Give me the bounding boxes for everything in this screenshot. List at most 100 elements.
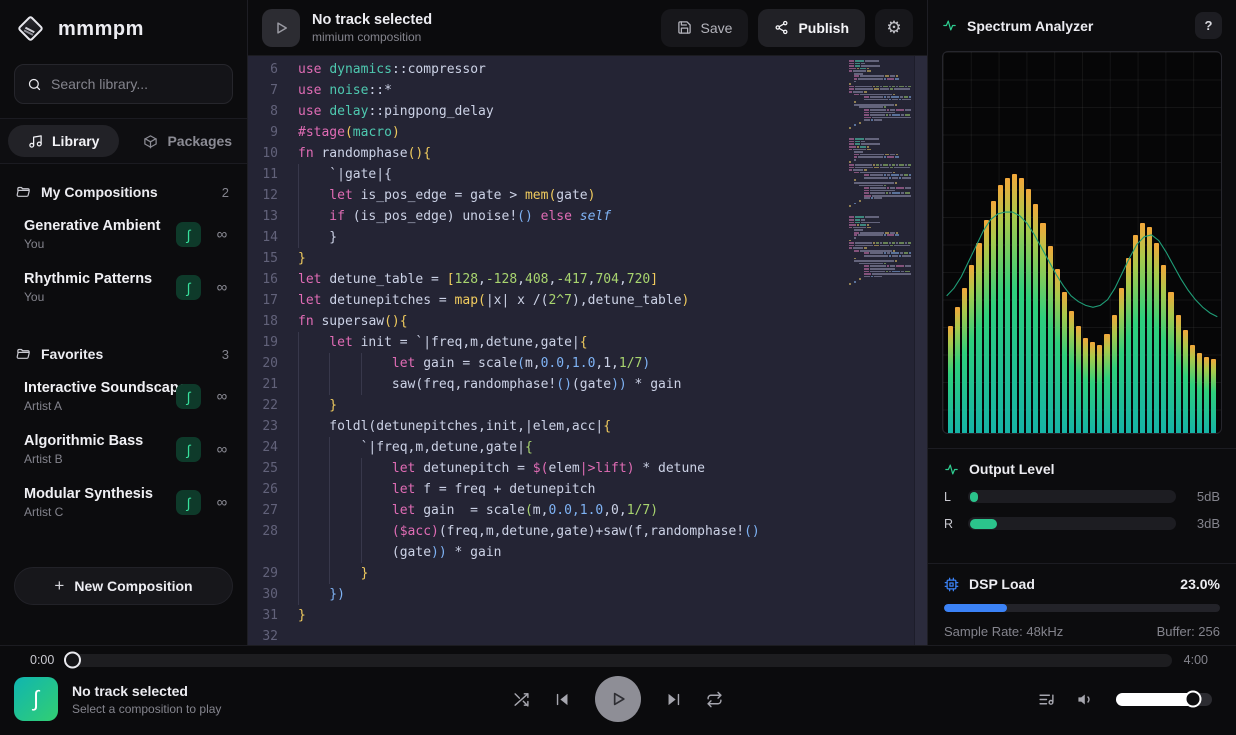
code-line[interactable]: 29}: [248, 563, 849, 584]
code-line[interactable]: 6use dynamics::compressor: [248, 59, 849, 80]
list-item-text: Generative Ambient You: [24, 218, 176, 251]
code-line[interactable]: 21saw(freq,randomphase!()(gate)) * gain: [248, 374, 849, 395]
code-line[interactable]: 23foldl(detunepitches,init,|elem,acc|{: [248, 416, 849, 437]
infinity-icon: ∞: [213, 279, 231, 296]
app-window: mmmpm Library Packages My Compositions 2…: [0, 0, 1236, 735]
volume-knob[interactable]: [1184, 691, 1201, 708]
section-header[interactable]: My Compositions 2: [14, 174, 233, 212]
volume-icon: [1077, 691, 1094, 708]
code-line[interactable]: 27let gain = scale(m,0.0,1.0,0,1/7): [248, 500, 849, 521]
list-item[interactable]: Algorithmic Bass Artist B ∫ ∞: [14, 427, 233, 472]
tab-packages-label: Packages: [167, 133, 232, 149]
play-button[interactable]: [595, 676, 641, 722]
share-icon: [774, 20, 789, 35]
shuffle-button[interactable]: [513, 691, 530, 708]
code-line[interactable]: 30}): [248, 584, 849, 605]
code-line[interactable]: 28($acc)(freq,m,detune,gate)+saw(f,rando…: [248, 521, 849, 542]
infinity-icon: ∞: [213, 494, 231, 511]
tab-library[interactable]: Library: [8, 125, 119, 157]
new-composition-button[interactable]: + New Composition: [14, 567, 233, 605]
composition-title: Interactive Soundscape: [24, 380, 176, 396]
repeat-button[interactable]: [706, 691, 723, 708]
code-line[interactable]: 32: [248, 626, 849, 645]
save-button[interactable]: Save: [661, 9, 749, 47]
line-number: 13: [248, 206, 294, 227]
line-number: 15: [248, 248, 294, 269]
total-time: 4:00: [1184, 653, 1208, 667]
seek-handle[interactable]: [64, 652, 81, 669]
code-line[interactable]: 15}: [248, 248, 849, 269]
list-item[interactable]: Modular Synthesis Artist C ∫ ∞: [14, 480, 233, 525]
channel-value: 5dB: [1188, 489, 1220, 504]
line-number: 24: [248, 437, 294, 458]
composition-author: Artist A: [24, 399, 176, 413]
seek-bar[interactable]: [66, 654, 1171, 667]
mimium-badge-icon: ∫: [176, 490, 201, 515]
volume-slider[interactable]: [1116, 693, 1212, 706]
line-number: 16: [248, 269, 294, 290]
code-text: }): [294, 584, 345, 605]
code-text: #stage(macro): [294, 122, 400, 143]
editor-scrollbar[interactable]: [914, 56, 927, 645]
list-item[interactable]: Interactive Soundscape Artist A ∫ ∞: [14, 374, 233, 419]
code-line[interactable]: 10fn randomphase(){: [248, 143, 849, 164]
code-line[interactable]: 13if (is_pos_edge) unoise!() else self: [248, 206, 849, 227]
plus-icon: +: [54, 576, 64, 596]
code-line[interactable]: 16let detune_table = [128,-128,408,-417,…: [248, 269, 849, 290]
composition-author: Artist C: [24, 505, 176, 519]
queue-button[interactable]: [1038, 691, 1055, 708]
list-item[interactable]: Generative Ambient You ∫ ∞: [14, 212, 233, 257]
settings-button[interactable]: ⚙: [875, 9, 913, 47]
code-editor[interactable]: 6use dynamics::compressor7use noise::*8u…: [248, 56, 927, 645]
meter-fill: [970, 519, 997, 529]
activity-icon: [944, 462, 959, 477]
help-button[interactable]: ?: [1195, 12, 1222, 39]
code-line[interactable]: 17let detunepitches = map(|x| x /(2^7),d…: [248, 290, 849, 311]
editor-minimap[interactable]: [849, 60, 911, 645]
code-content[interactable]: 6use dynamics::compressor7use noise::*8u…: [248, 56, 849, 645]
code-line[interactable]: 18fn supersaw(){: [248, 311, 849, 332]
code-line[interactable]: 26let f = freq + detunepitch: [248, 479, 849, 500]
code-line[interactable]: 7use noise::*: [248, 80, 849, 101]
line-number: 25: [248, 458, 294, 479]
channel-label: L: [944, 490, 956, 504]
meter-track: [968, 517, 1176, 530]
list-item[interactable]: Rhythmic Patterns You ∫ ∞: [14, 265, 233, 310]
tab-packages[interactable]: Packages: [123, 125, 252, 157]
app-title: mmmpm: [58, 18, 144, 41]
header-play-button[interactable]: [262, 9, 300, 47]
code-line[interactable]: 22}: [248, 395, 849, 416]
next-track-button[interactable]: [665, 691, 682, 708]
code-line[interactable]: 20let gain = scale(m,0.0,1.0,1,1/7): [248, 353, 849, 374]
code-text: let gain = scale(m,0.0,1.0,0,1/7): [294, 500, 658, 521]
gear-icon: ⚙: [886, 18, 901, 38]
code-line[interactable]: 14}: [248, 227, 849, 248]
output-level-header: Output Level: [944, 461, 1220, 479]
main-area: mmmpm Library Packages My Compositions 2…: [0, 0, 1236, 645]
player-bar: 0:00 4:00 ∫ No track selected Select a c…: [0, 645, 1236, 735]
activity-icon: [942, 18, 957, 33]
publish-button[interactable]: Publish: [758, 9, 865, 47]
code-line[interactable]: 12let is_pos_edge = gate > mem(gate): [248, 185, 849, 206]
section-header[interactable]: Favorites 3: [14, 336, 233, 374]
code-line[interactable]: 25let detunepitch = $(elem|>lift) * detu…: [248, 458, 849, 479]
music-note-icon: [28, 134, 43, 149]
line-number: 20: [248, 353, 294, 374]
composition-author: Artist B: [24, 452, 176, 466]
mimium-badge-icon: ∫: [176, 275, 201, 300]
code-line[interactable]: (gate)) * gain: [248, 542, 849, 563]
code-line[interactable]: 11`|gate|{: [248, 164, 849, 185]
code-text: fn randomphase(){: [294, 143, 431, 164]
code-line[interactable]: 31}: [248, 605, 849, 626]
sample-rate: Sample Rate: 48kHz: [944, 624, 1063, 639]
code-line[interactable]: 8use delay::pingpong_delay: [248, 101, 849, 122]
header-subtitle: mimium composition: [312, 30, 432, 44]
code-line[interactable]: 24`|freq,m,detune,gate|{: [248, 437, 849, 458]
code-line[interactable]: 19let init = `|freq,m,detune,gate|{: [248, 332, 849, 353]
code-text: fn supersaw(){: [294, 311, 408, 332]
code-line[interactable]: 9#stage(macro): [248, 122, 849, 143]
previous-track-button[interactable]: [554, 691, 571, 708]
code-text: use dynamics::compressor: [294, 59, 486, 80]
search-input[interactable]: [51, 76, 220, 92]
search-box[interactable]: [14, 64, 233, 104]
